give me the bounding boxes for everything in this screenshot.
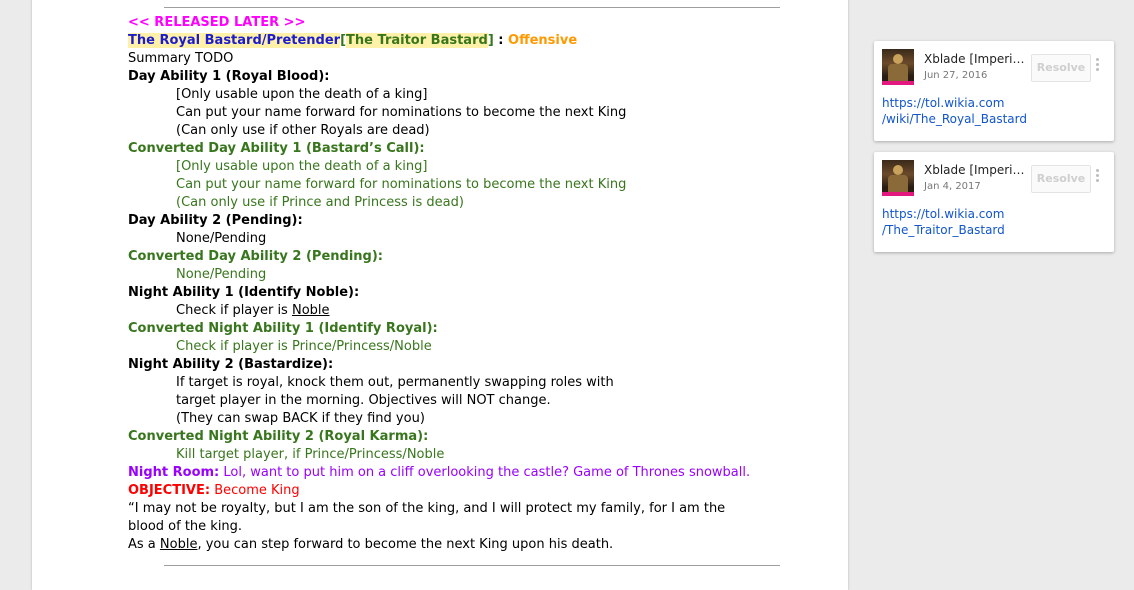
- day-ability-1-line: (Can only use if other Royals are dead): [176, 123, 430, 138]
- avatar: [882, 160, 914, 196]
- noble-link[interactable]: Noble: [292, 303, 330, 318]
- noble-link[interactable]: Noble: [160, 537, 198, 552]
- bottom-divider: [164, 565, 780, 566]
- day-ability-2-header: Day Ability 2 (Pending):: [128, 213, 303, 228]
- more-options-icon[interactable]: [1094, 58, 1100, 74]
- more-options-icon[interactable]: [1094, 169, 1100, 185]
- converted-day-ability-1-line: (Can only use if Prince and Princess is …: [176, 195, 464, 210]
- comment-text[interactable]: https://tol.wikia.com/wiki/The_Royal_Bas…: [882, 95, 1106, 127]
- quote: “I may not be royalty, but I am the son …: [128, 501, 726, 534]
- comment-author: Xblade [Imperium]: [924, 52, 1028, 66]
- role-name: The Royal Bastard/Pretender: [128, 33, 341, 48]
- night-ability-2-line: target player in the morning. Objectives…: [176, 393, 551, 408]
- converted-night-ability-1-line: Check if player is Prince/Princess/Noble: [176, 339, 432, 354]
- converted-day-ability-2-header: Converted Day Ability 2 (Pending):: [128, 249, 383, 264]
- comment-author: Xblade [Imperium]: [924, 163, 1028, 177]
- night-room: Night Room: Lol, want to put him on a cl…: [128, 465, 751, 480]
- converted-day-ability-2-line: None/Pending: [176, 267, 267, 282]
- released-later-tag: << RELEASED LATER >>: [128, 15, 306, 30]
- converted-night-ability-1-header: Converted Night Ability 1 (Identify Roya…: [128, 321, 438, 336]
- converted-night-ability-2-line: Kill target player, if Prince/Princess/N…: [176, 447, 445, 462]
- night-ability-2-header: Night Ability 2 (Bastardize):: [128, 357, 334, 372]
- day-ability-1-header: Day Ability 1 (Royal Blood):: [128, 69, 330, 84]
- comment-text[interactable]: https://tol.wikia.com/The_Traitor_Bastar…: [882, 206, 1106, 238]
- comment-card[interactable]: Xblade [Imperium] Jun 27, 2016 Resolve h…: [874, 41, 1114, 141]
- night-ability-2-line: If target is royal, knock them out, perm…: [176, 375, 614, 390]
- converted-night-ability-2-header: Converted Night Ability 2 (Royal Karma):: [128, 429, 429, 444]
- day-ability-2-line: None/Pending: [176, 231, 267, 246]
- night-ability-1-line: Check if player is Noble: [176, 303, 330, 318]
- document-body[interactable]: << RELEASED LATER >> The Royal Bastard/P…: [128, 14, 754, 554]
- resolve-button[interactable]: Resolve: [1031, 165, 1091, 193]
- closing-line: As a Noble, you can step forward to beco…: [128, 537, 614, 552]
- night-ability-2-line: (They can swap BACK if they find you): [176, 411, 425, 426]
- comment-card[interactable]: Xblade [Imperium] Jan 4, 2017 Resolve ht…: [874, 152, 1114, 252]
- night-ability-1-header: Night Ability 1 (Identify Noble):: [128, 285, 360, 300]
- day-ability-1-line: Can put your name forward for nomination…: [176, 105, 627, 120]
- day-ability-1-line: [Only usable upon the death of a king]: [176, 87, 428, 102]
- avatar: [882, 49, 914, 85]
- converted-role-name: Traitor Bastard: [377, 33, 488, 48]
- resolve-button[interactable]: Resolve: [1031, 54, 1091, 82]
- alignment: Offensive: [508, 33, 578, 48]
- role-title: The Royal Bastard/Pretender[The Traitor …: [128, 33, 578, 48]
- comment-date: Jan 4, 2017: [924, 181, 981, 192]
- converted-day-ability-1-line: [Only usable upon the death of a king]: [176, 159, 428, 174]
- summary: Summary TODO: [128, 51, 234, 66]
- converted-day-ability-1-line: Can put your name forward for nomination…: [176, 177, 627, 192]
- top-divider: [164, 7, 780, 8]
- comment-date: Jun 27, 2016: [924, 70, 988, 81]
- objective: OBJECTIVE: Become King: [128, 483, 300, 498]
- converted-day-ability-1-header: Converted Day Ability 1 (Bastard’s Call)…: [128, 141, 425, 156]
